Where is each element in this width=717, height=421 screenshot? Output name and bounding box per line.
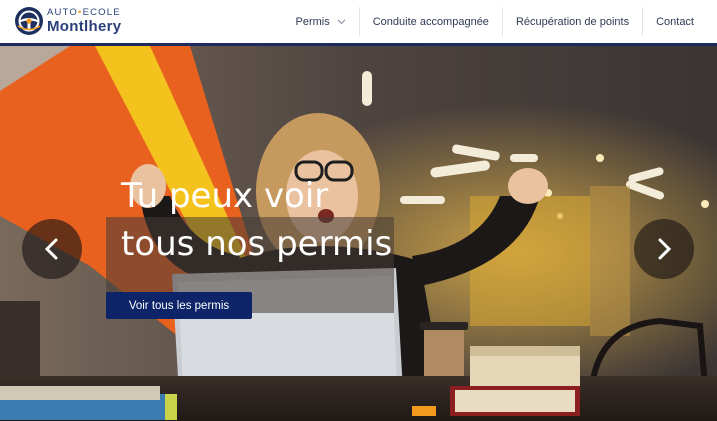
view-all-permits-button[interactable]: Voir tous les permis <box>106 292 252 319</box>
logo-tagline-left: AUTO <box>47 6 79 18</box>
chevron-left-icon <box>44 238 58 260</box>
nav-item-conduite-accompagnee[interactable]: Conduite accompagnée <box>360 7 502 36</box>
chevron-right-icon <box>658 238 672 260</box>
nav-item-conduite-label: Conduite accompagnée <box>372 15 489 28</box>
nav-item-contact[interactable]: Contact <box>643 7 707 36</box>
main-nav: Permis Conduite accompagnée Récupération… <box>283 7 708 36</box>
slider-next-button[interactable] <box>634 219 694 279</box>
hero-title-line-1: Tu peux voir <box>121 176 329 216</box>
site-logo[interactable]: AUTO•ECOLE Montlhery <box>14 6 121 36</box>
chevron-down-icon <box>337 19 346 25</box>
logo-tagline: AUTO•ECOLE <box>47 8 121 18</box>
logo-name: Montlhery <box>47 18 122 36</box>
site-header: AUTO•ECOLE Montlhery Permis Conduite acc… <box>0 0 717 43</box>
hero-title-line-2: tous nos permis <box>121 224 393 264</box>
steering-wheel-icon <box>15 7 43 35</box>
slider-prev-button[interactable] <box>22 219 82 279</box>
nav-item-permis[interactable]: Permis <box>283 7 359 36</box>
nav-item-recuperation-points[interactable]: Récupération de points <box>503 7 642 36</box>
nav-item-permis-label: Permis <box>295 15 330 28</box>
logo-tagline-right: ECOLE <box>82 6 121 18</box>
nav-item-contact-label: Contact <box>656 15 694 28</box>
nav-item-recuperation-label: Récupération de points <box>515 15 630 28</box>
